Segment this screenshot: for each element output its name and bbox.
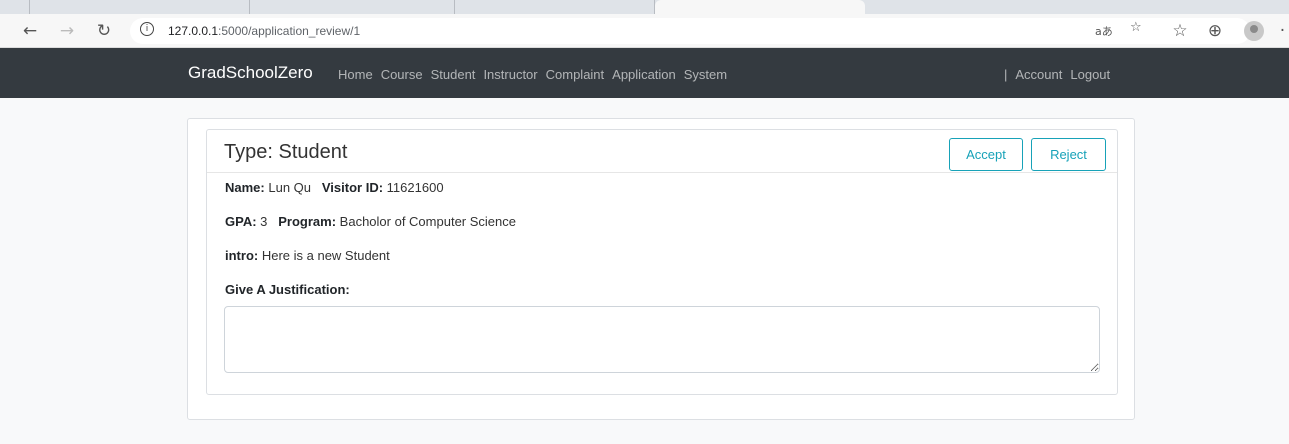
collections-icon[interactable]: ⊕ <box>1203 19 1227 43</box>
intro-row: intro: Here is a new Student <box>225 248 390 263</box>
brand[interactable]: GradSchoolZero <box>188 63 313 83</box>
justification-label: Give A Justification: <box>225 282 350 297</box>
intro-value: Here is a new Student <box>261 248 390 263</box>
navbar: GradSchoolZero Home Course Student Instr… <box>0 48 1289 98</box>
reject-button[interactable]: Reject <box>1031 138 1106 171</box>
card-header: Type: Student Accept Reject <box>207 130 1117 173</box>
nav-complaint[interactable]: Complaint <box>546 67 605 82</box>
favorite-icon[interactable]: ☆ <box>1130 20 1142 35</box>
nav-system[interactable]: System <box>684 67 727 82</box>
info-icon[interactable]: i <box>140 22 154 36</box>
gpa-value: 3 <box>260 214 268 229</box>
visitor-id-label: Visitor ID: <box>321 180 384 195</box>
nav-account[interactable]: Account <box>1015 67 1062 82</box>
browser-tab[interactable] <box>0 0 30 14</box>
read-aloud-icon[interactable]: aあ <box>1095 23 1113 39</box>
nav-separator: | <box>1004 67 1008 82</box>
more-icon[interactable]: · <box>1276 19 1289 43</box>
name-value: Lun Qu <box>268 180 312 195</box>
profile-icon[interactable] <box>1244 21 1264 41</box>
justification-textarea[interactable] <box>224 306 1100 373</box>
nav-logout[interactable]: Logout <box>1070 67 1110 82</box>
nav-home[interactable]: Home <box>338 67 373 82</box>
browser-toolbar: ← → ↻ i 127.0.0.1:5000/application_revie… <box>0 14 1289 48</box>
browser-tab[interactable] <box>250 0 455 14</box>
address-bar[interactable]: i 127.0.0.1:5000/application_review/1 aあ… <box>130 18 1250 44</box>
forward-arrow-icon[interactable]: → <box>55 19 79 43</box>
gpa-label: GPA: <box>225 214 257 229</box>
name-row: Name: Lun Qu Visitor ID: 11621600 <box>225 180 444 195</box>
address-url[interactable]: 127.0.0.1:5000/application_review/1 <box>168 24 360 38</box>
browser-tab[interactable] <box>455 0 655 14</box>
url-path: :5000/application_review/1 <box>218 24 361 38</box>
url-host: 127.0.0.1 <box>168 24 219 38</box>
application-type-title: Type: Student <box>224 141 348 163</box>
program-label: Program: <box>278 214 337 229</box>
nav-application[interactable]: Application <box>612 67 676 82</box>
favorites-list-icon[interactable]: ☆ <box>1168 19 1192 43</box>
visitor-id-value: 11621600 <box>386 180 444 195</box>
program-value: Bacholor of Computer Science <box>339 214 516 229</box>
name-label: Name: <box>225 180 265 195</box>
gpa-row: GPA: 3 Program: Bacholor of Computer Sci… <box>225 214 516 229</box>
back-arrow-icon[interactable]: ← <box>18 19 42 43</box>
browser-tab-active[interactable] <box>655 0 865 14</box>
intro-label: intro: <box>225 248 259 263</box>
browser-tab[interactable] <box>30 0 250 14</box>
justification-row: Give A Justification: <box>225 282 350 297</box>
browser-tab-strip <box>0 0 1289 14</box>
nav-student[interactable]: Student <box>431 67 476 82</box>
nav-course[interactable]: Course <box>381 67 423 82</box>
reload-icon[interactable]: ↻ <box>92 19 116 43</box>
application-card: Type: Student Accept Reject Name: Lun Qu… <box>206 129 1118 395</box>
nav-links: Home Course Student Instructor Complaint… <box>338 67 727 82</box>
nav-instructor[interactable]: Instructor <box>483 67 537 82</box>
nav-right: | Account Logout <box>1004 67 1110 82</box>
accept-button[interactable]: Accept <box>949 138 1023 171</box>
